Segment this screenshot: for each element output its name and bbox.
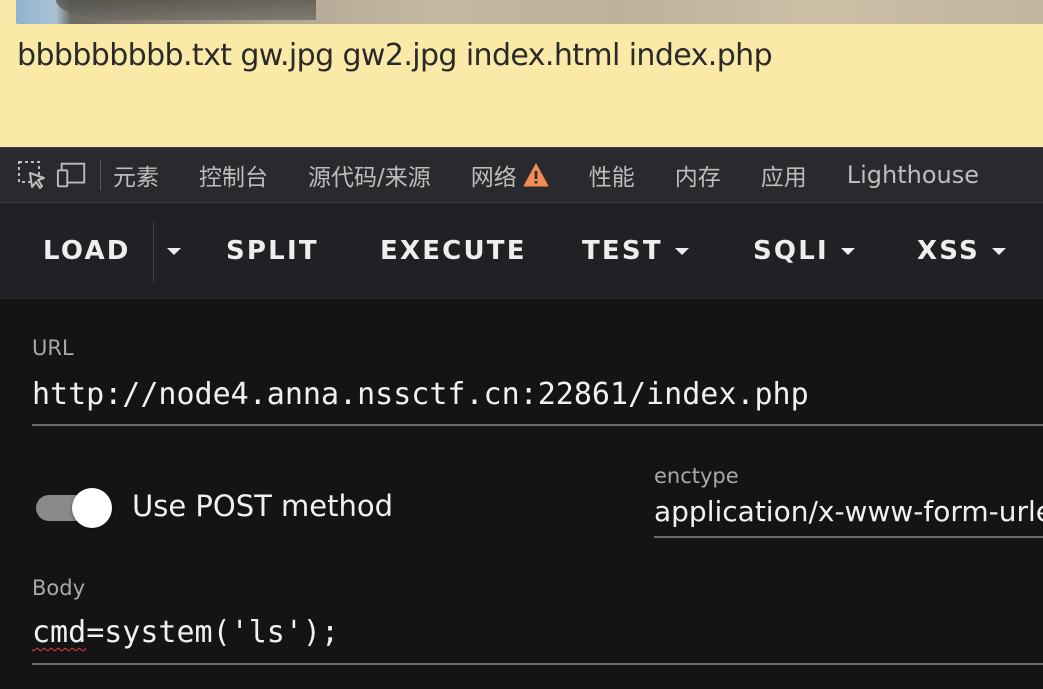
split-button-label: SPLIT [226, 236, 319, 266]
execute-button-label: EXECUTE [380, 236, 527, 266]
enctype-underline [654, 536, 1043, 538]
chevron-down-icon [991, 247, 1006, 255]
tab-lighthouse[interactable]: Lighthouse [847, 161, 979, 189]
body-input-underline [32, 663, 1043, 665]
enctype-label: enctype [654, 464, 739, 488]
url-label: URL [32, 336, 74, 360]
tab-console[interactable]: 控制台 [199, 158, 268, 192]
warning-icon [523, 163, 549, 187]
body-value-text: =system('ls'); [86, 615, 340, 650]
screen: bbbbbbbbb.txt gw.jpg gw2.jpg index.html … [0, 0, 1043, 689]
tab-sources[interactable]: 源代码/来源 [308, 158, 431, 192]
tab-separator [100, 160, 101, 190]
test-button-label: TEST [582, 236, 663, 266]
device-toolbar-icon[interactable] [56, 159, 88, 191]
directory-listing-text: bbbbbbbbb.txt gw.jpg gw2.jpg index.html … [17, 38, 773, 73]
load-button[interactable]: LOAD [43, 203, 131, 299]
tab-memory[interactable]: 内存 [675, 158, 721, 192]
execute-button[interactable]: EXECUTE [380, 203, 527, 299]
sqli-menu-button[interactable]: SQLI [753, 203, 855, 299]
enctype-select[interactable]: application/x-www-form-urlencoded [654, 495, 1043, 528]
post-method-toggle[interactable] [36, 488, 112, 528]
xss-menu-button[interactable]: XSS [917, 203, 1006, 299]
split-button[interactable]: SPLIT [226, 203, 319, 299]
request-form: URL http://node4.anna.nssctf.cn:22861/in… [0, 299, 1043, 689]
page-image [16, 0, 1043, 24]
xss-button-label: XSS [917, 236, 980, 266]
body-key-text: cmd [32, 615, 87, 650]
inspect-element-icon[interactable] [16, 159, 48, 191]
devtools-tab-bar: 元素 控制台 源代码/来源 网络 性能 内存 应用 Lighthouse [0, 147, 1043, 203]
url-input-underline [32, 424, 1043, 426]
hackbar-toolbar: LOAD SPLIT EXECUTE TEST SQLI XSS [0, 203, 1043, 299]
web-page: bbbbbbbbb.txt gw.jpg gw2.jpg index.html … [0, 0, 1043, 147]
tab-performance[interactable]: 性能 [589, 158, 635, 192]
chevron-down-icon [674, 247, 689, 255]
chevron-down-icon [167, 247, 181, 255]
load-button-label: LOAD [43, 236, 131, 266]
tab-network[interactable]: 网络 [471, 158, 549, 192]
test-menu-button[interactable]: TEST [582, 203, 689, 299]
body-input[interactable]: cmd=system('ls'); [32, 615, 339, 650]
toggle-knob [72, 488, 112, 528]
body-label: Body [32, 576, 86, 600]
url-input[interactable]: http://node4.anna.nssctf.cn:22861/index.… [32, 377, 809, 412]
chevron-down-icon [840, 247, 855, 255]
tab-elements[interactable]: 元素 [113, 158, 159, 192]
sqli-button-label: SQLI [753, 236, 829, 266]
load-options-button[interactable] [154, 203, 194, 299]
post-method-label: Use POST method [132, 489, 394, 523]
tab-application[interactable]: 应用 [761, 158, 807, 192]
